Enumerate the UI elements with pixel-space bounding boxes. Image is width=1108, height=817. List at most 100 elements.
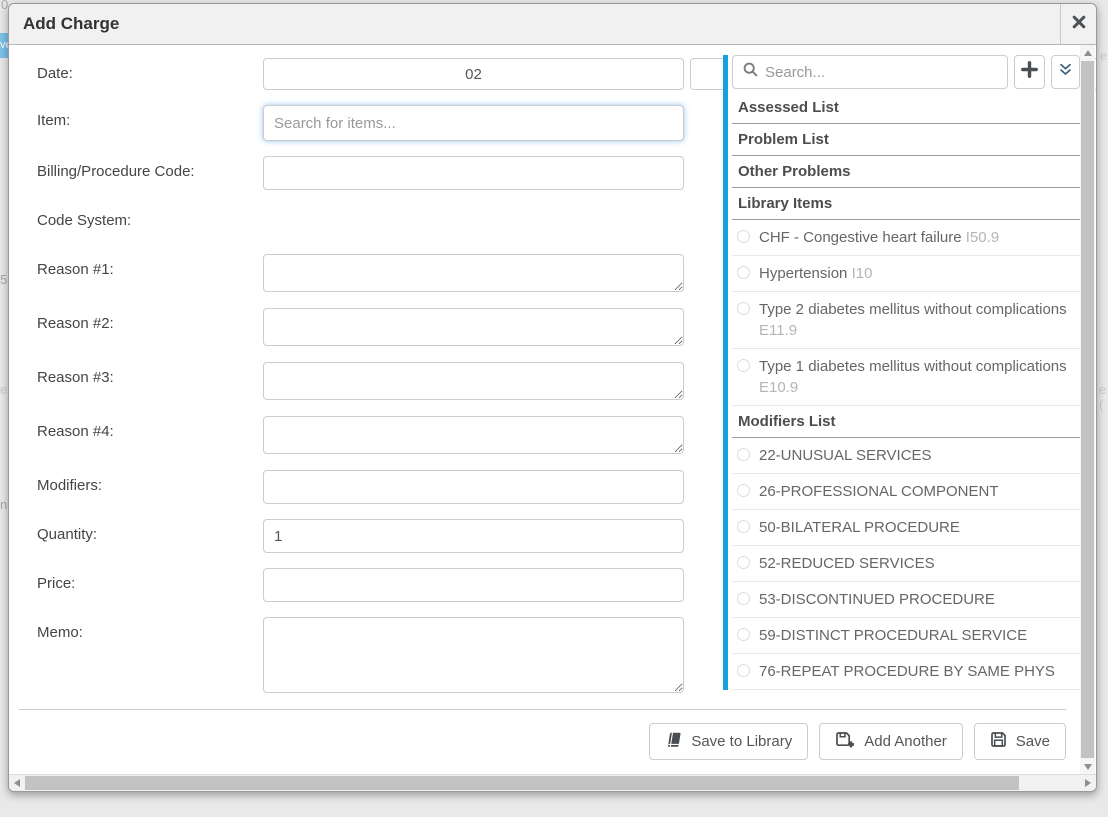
add-item-button[interactable]	[1014, 55, 1045, 89]
panel-search-box	[732, 55, 1008, 89]
close-icon	[1072, 15, 1086, 34]
item-name: 53-DISCONTINUED PROCEDURE	[759, 591, 995, 608]
radio-circle-icon	[737, 520, 750, 533]
charge-form: Date:	[37, 58, 697, 713]
radio-circle-icon	[737, 628, 750, 641]
save-to-library-button[interactable]: Save to Library	[649, 723, 808, 760]
close-button[interactable]	[1060, 4, 1096, 44]
scroll-up-arrow-icon[interactable]	[1080, 45, 1095, 60]
save-label: Save	[1016, 733, 1050, 750]
scroll-right-arrow-icon[interactable]	[1080, 775, 1096, 791]
add-another-button[interactable]: Add Another	[819, 723, 963, 760]
bg-fragment: e	[1100, 48, 1107, 63]
scroll-left-arrow-icon[interactable]	[9, 775, 25, 791]
radio-circle-icon	[737, 664, 750, 677]
radio-circle-icon	[737, 359, 750, 372]
library-item[interactable]: Hypertension I10	[732, 256, 1080, 292]
reason3-label: Reason #3:	[37, 362, 263, 386]
reason2-label: Reason #2:	[37, 308, 263, 332]
double-chevron-down-icon	[1058, 62, 1073, 82]
code-system-value	[263, 205, 697, 239]
radio-circle-icon	[737, 592, 750, 605]
modal-header: Add Charge	[9, 4, 1096, 45]
reason2-input[interactable]	[263, 308, 684, 346]
modifier-item[interactable]: 52-REDUCED SERVICES	[732, 546, 1080, 582]
reason4-input[interactable]	[263, 416, 684, 454]
item-code: E11.9	[759, 322, 797, 339]
add-another-label: Add Another	[864, 733, 947, 750]
quantity-row: Quantity:	[37, 519, 697, 553]
date-label: Date:	[37, 58, 263, 82]
add-charge-modal: Add Charge Date:	[8, 3, 1097, 792]
horizontal-scrollbar-thumb[interactable]	[25, 776, 1019, 790]
reason3-input[interactable]	[263, 362, 684, 400]
item-label: Item:	[37, 105, 263, 129]
item-name: 76-REPEAT PROCEDURE BY SAME PHYS	[759, 663, 1055, 680]
item-code: E10.9	[759, 379, 798, 396]
item-name: 59-DISTINCT PROCEDURAL SERVICE	[759, 627, 1027, 644]
item-name: Type 2 diabetes mellitus without complic…	[759, 301, 1067, 318]
radio-circle-icon	[737, 484, 750, 497]
collapse-all-button[interactable]	[1051, 55, 1080, 89]
bg-fragment: e (	[1099, 382, 1108, 412]
horizontal-scrollbar[interactable]	[9, 774, 1096, 791]
reason1-input[interactable]	[263, 254, 684, 292]
plus-icon	[1021, 61, 1038, 83]
bg-fragment: e	[0, 382, 7, 397]
billing-code-row: Billing/Procedure Code:	[37, 156, 697, 190]
modal-footer: Save to Library Add Another	[19, 709, 1066, 760]
modifier-item[interactable]: 22-UNUSUAL SERVICES	[732, 438, 1080, 474]
radio-circle-icon	[737, 230, 750, 243]
modifier-item[interactable]: 59-DISTINCT PROCEDURAL SERVICE	[732, 618, 1080, 654]
library-item[interactable]: Type 2 diabetes mellitus without complic…	[732, 292, 1080, 349]
modifiers-input[interactable]	[263, 470, 684, 504]
item-row: Item:	[37, 105, 697, 141]
radio-circle-icon	[737, 302, 750, 315]
vertical-scrollbar[interactable]	[1080, 45, 1095, 774]
code-picker-panel: Assessed List Problem List Other Problem…	[723, 55, 1080, 690]
quantity-input[interactable]	[263, 519, 684, 553]
section-header-library-items[interactable]: Library Items	[732, 188, 1080, 220]
library-item[interactable]: Type 1 diabetes mellitus without complic…	[732, 349, 1080, 406]
item-code: I10	[852, 265, 873, 282]
date-row: Date:	[37, 58, 697, 90]
date-month-input[interactable]	[263, 58, 684, 90]
billing-code-input[interactable]	[263, 156, 684, 190]
modal-body: Date:	[9, 45, 1096, 774]
item-name: 50-BILATERAL PROCEDURE	[759, 519, 960, 536]
memo-label: Memo:	[37, 617, 263, 641]
section-header-modifiers-list[interactable]: Modifiers List	[732, 406, 1080, 438]
section-header-other-problems[interactable]: Other Problems	[732, 156, 1080, 188]
item-search-input[interactable]	[263, 105, 684, 141]
memo-input[interactable]	[263, 617, 684, 693]
save-plus-icon	[835, 731, 855, 753]
reason3-row: Reason #3:	[37, 362, 697, 405]
modifiers-row: Modifiers:	[37, 470, 697, 504]
item-name: 52-REDUCED SERVICES	[759, 555, 935, 572]
modifier-item[interactable]: 50-BILATERAL PROCEDURE	[732, 510, 1080, 546]
panel-search-row	[732, 55, 1080, 89]
vertical-scrollbar-thumb[interactable]	[1081, 61, 1094, 758]
modifier-item[interactable]: 76-REPEAT PROCEDURE BY SAME PHYS	[732, 654, 1080, 690]
panel-search-input[interactable]	[765, 64, 997, 81]
reason2-row: Reason #2:	[37, 308, 697, 351]
radio-circle-icon	[737, 266, 750, 279]
price-label: Price:	[37, 568, 263, 592]
modifier-item[interactable]: 53-DISCONTINUED PROCEDURE	[732, 582, 1080, 618]
quantity-label: Quantity:	[37, 519, 263, 543]
section-header-problem-list[interactable]: Problem List	[732, 124, 1080, 156]
section-header-assessed-list[interactable]: Assessed List	[732, 92, 1080, 124]
save-icon	[990, 731, 1007, 752]
search-icon	[743, 62, 758, 82]
bg-fragment: ve	[0, 33, 8, 58]
code-system-row: Code System:	[37, 205, 697, 239]
modifier-item[interactable]: 26-PROFESSIONAL COMPONENT	[732, 474, 1080, 510]
price-input[interactable]	[263, 568, 684, 602]
scroll-down-arrow-icon[interactable]	[1080, 759, 1095, 774]
reason4-label: Reason #4:	[37, 416, 263, 440]
item-name: CHF - Congestive heart failure	[759, 229, 962, 246]
save-to-library-label: Save to Library	[691, 733, 792, 750]
save-button[interactable]: Save	[974, 723, 1066, 760]
item-code: I50.9	[966, 229, 999, 246]
library-item[interactable]: CHF - Congestive heart failure I50.9	[732, 220, 1080, 256]
